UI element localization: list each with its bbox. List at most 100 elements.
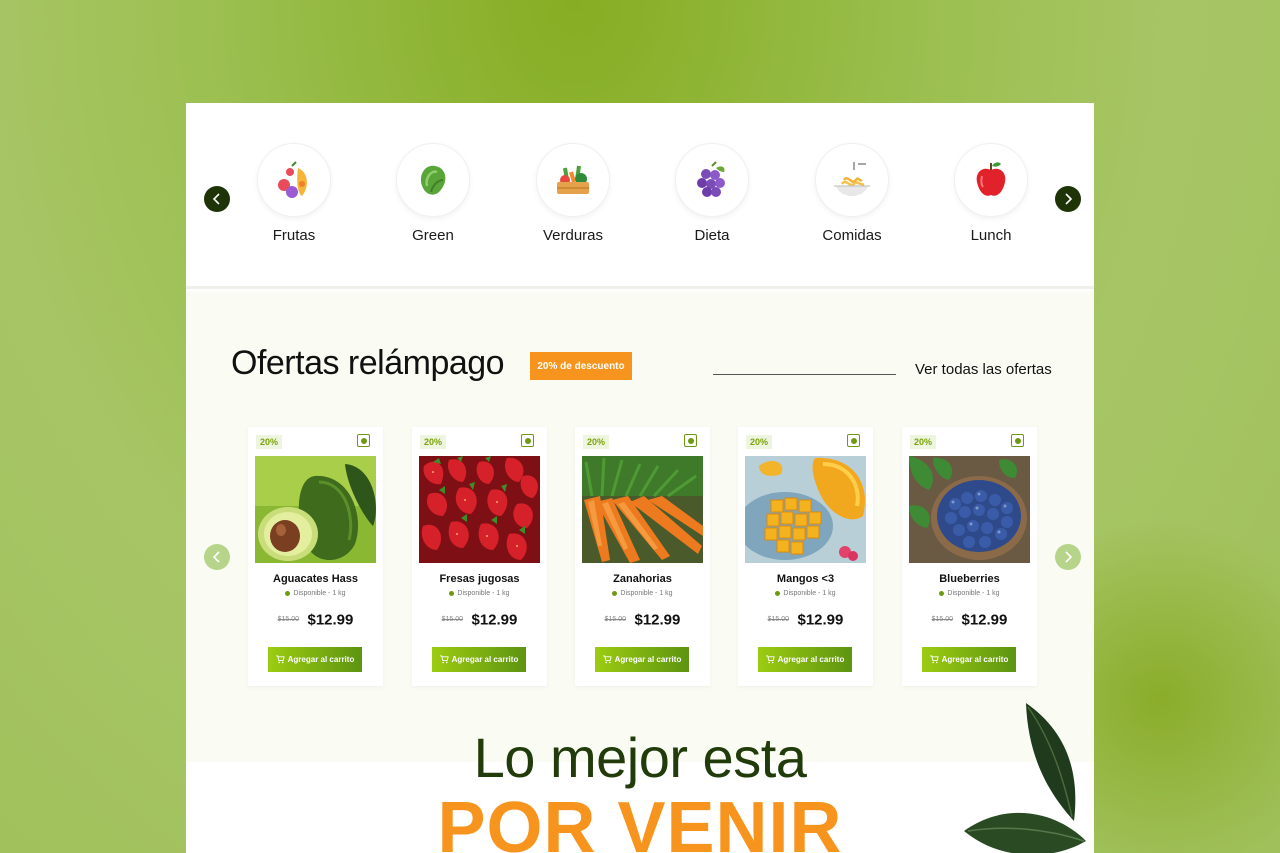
stock-text: Disponible - 1 kg — [620, 590, 673, 597]
discount-tag: 20% — [910, 435, 937, 449]
cart-icon — [602, 655, 612, 664]
category-item-green[interactable]: Green — [378, 143, 488, 244]
chevron-left-icon — [212, 193, 220, 205]
select-checkbox[interactable] — [684, 434, 697, 447]
stock-status: Disponible - 1 kg — [248, 590, 383, 597]
current-price: $12.99 — [961, 611, 1008, 629]
product-card[interactable]: 20% Mangos <3 Disponible - 1 kg $15.00 $… — [738, 427, 873, 686]
offers-title: Ofertas relámpago — [231, 344, 505, 382]
category-label: Verduras — [542, 227, 604, 244]
category-label: Frutas — [272, 227, 316, 244]
category-item-frutas[interactable]: Frutas — [239, 143, 349, 244]
category-prev-button[interactable] — [204, 186, 230, 212]
add-to-cart-label: Agregar al carrito — [287, 655, 355, 664]
status-dot — [285, 590, 291, 596]
chevron-right-icon — [1065, 193, 1073, 205]
see-all-offers-link[interactable]: Ver todas las ofertas — [915, 361, 1052, 378]
select-checkbox[interactable] — [521, 434, 534, 447]
current-price: $12.99 — [471, 611, 518, 629]
chevron-right-icon — [1065, 551, 1073, 563]
fruits-icon — [257, 143, 331, 217]
current-price: $12.99 — [797, 611, 844, 629]
discount-badge: 20% de descuento — [530, 352, 632, 380]
product-name: Fresas jugosas — [439, 573, 520, 585]
discount-tag: 20% — [746, 435, 773, 449]
chevron-left-icon — [212, 551, 220, 563]
category-carousel: Frutas Green Verduras Dieta Comidas Lunc… — [186, 103, 1094, 289]
stock-status: Disponible - 1 kg — [412, 590, 547, 597]
product-name: Aguacates Hass — [273, 573, 358, 585]
grapes-icon — [675, 143, 749, 217]
current-price: $12.99 — [634, 611, 681, 629]
lettuce-icon — [396, 143, 470, 217]
price-row: $15.00 $12.99 — [575, 611, 710, 629]
stock-text: Disponible - 1 kg — [783, 590, 836, 597]
add-to-cart-button[interactable]: Agregar al carrito — [758, 647, 852, 672]
old-price: $15.00 — [441, 616, 464, 624]
discount-tag: 20% — [256, 435, 283, 449]
old-price: $15.00 — [277, 616, 300, 624]
category-next-button[interactable] — [1055, 186, 1081, 212]
noodles-icon — [815, 143, 889, 217]
category-item-verduras[interactable]: Verduras — [518, 143, 628, 244]
cart-icon — [929, 655, 939, 664]
page-container: Frutas Green Verduras Dieta Comidas Lunc… — [186, 103, 1094, 853]
product-card[interactable]: 20% Aguacates Hass Disponible - 1 kg $15… — [248, 427, 383, 686]
leaf-decoration — [964, 703, 1086, 853]
price-row: $15.00 $12.99 — [902, 611, 1037, 629]
category-item-dieta[interactable]: Dieta — [657, 143, 767, 244]
current-price: $12.99 — [307, 611, 354, 629]
old-price: $15.00 — [767, 616, 790, 624]
add-to-cart-label: Agregar al carrito — [614, 655, 682, 664]
product-card[interactable]: 20% — [902, 427, 1037, 686]
stock-status: Disponible - 1 kg — [575, 590, 710, 597]
select-checkbox[interactable] — [1011, 434, 1024, 447]
status-dot — [775, 590, 781, 596]
price-row: $15.00 $12.99 — [412, 611, 547, 629]
add-to-cart-button[interactable]: Agregar al carrito — [922, 647, 1016, 672]
divider-line — [713, 374, 896, 375]
category-item-lunch[interactable]: Lunch — [936, 143, 1046, 244]
product-name: Mangos <3 — [776, 573, 835, 585]
stock-status: Disponible - 1 kg — [902, 590, 1037, 597]
add-to-cart-label: Agregar al carrito — [941, 655, 1009, 664]
select-checkbox[interactable] — [357, 434, 370, 447]
product-card[interactable]: 20% — [412, 427, 547, 686]
blueberries-image — [909, 456, 1030, 563]
mango-image — [745, 456, 866, 563]
flash-offers-section: Ofertas relámpago 20% de descuento Ver t… — [186, 292, 1094, 762]
carrots-image — [582, 456, 703, 563]
add-to-cart-label: Agregar al carrito — [777, 655, 845, 664]
vegetable-basket-icon — [536, 143, 610, 217]
product-name: Blueberries — [939, 573, 1000, 585]
category-item-comidas[interactable]: Comidas — [797, 143, 907, 244]
discount-tag: 20% — [420, 435, 447, 449]
products-next-button[interactable] — [1055, 544, 1081, 570]
status-dot — [449, 590, 455, 596]
category-label: Lunch — [970, 227, 1012, 244]
select-checkbox[interactable] — [847, 434, 860, 447]
products-prev-button[interactable] — [204, 544, 230, 570]
category-label: Green — [412, 227, 454, 244]
apple-icon — [954, 143, 1028, 217]
status-dot — [939, 590, 945, 596]
product-card[interactable]: 20% — [575, 427, 710, 686]
category-label: Dieta — [694, 227, 730, 244]
strawberries-image — [419, 456, 540, 563]
discount-tag: 20% — [583, 435, 610, 449]
status-dot — [612, 590, 618, 596]
add-to-cart-button[interactable]: Agregar al carrito — [432, 647, 526, 672]
add-to-cart-label: Agregar al carrito — [451, 655, 519, 664]
old-price: $15.00 — [604, 616, 627, 624]
avocado-image — [255, 456, 376, 563]
old-price: $15.00 — [931, 616, 954, 624]
cart-icon — [439, 655, 449, 664]
stock-text: Disponible - 1 kg — [293, 590, 346, 597]
price-row: $15.00 $12.99 — [248, 611, 383, 629]
stock-text: Disponible - 1 kg — [457, 590, 510, 597]
add-to-cart-button[interactable]: Agregar al carrito — [595, 647, 689, 672]
cart-icon — [275, 655, 285, 664]
category-label: Comidas — [822, 227, 882, 244]
product-name: Zanahorias — [613, 573, 672, 585]
add-to-cart-button[interactable]: Agregar al carrito — [268, 647, 362, 672]
